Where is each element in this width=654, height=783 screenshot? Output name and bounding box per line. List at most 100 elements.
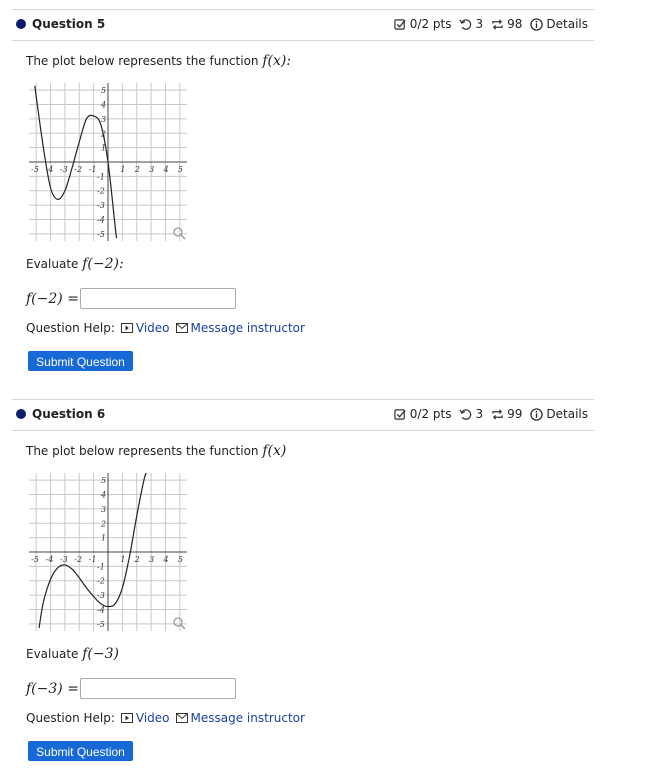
y-tick-label: -3	[97, 591, 105, 600]
y-tick-label: 3	[101, 115, 106, 124]
video-icon	[120, 323, 133, 333]
details-button[interactable]: Details	[530, 17, 588, 31]
video-label: Video	[135, 321, 170, 335]
y-tick-label: 1	[101, 534, 106, 543]
status-dot-icon	[16, 409, 26, 419]
prompt-function: f(x):	[262, 53, 292, 69]
y-tick-label: -2	[97, 577, 105, 586]
answer-row: f(−2) =	[26, 288, 236, 309]
zoom-icon-handle	[180, 234, 186, 240]
attempts-text: 3	[475, 17, 484, 31]
checkbox-score-icon	[394, 408, 406, 420]
question-prompt: The plot below represents the function f…	[26, 443, 286, 459]
y-tick-label: 3	[101, 505, 106, 514]
prompt-text: The plot below represents the function	[26, 54, 259, 68]
x-tick-label: -1	[89, 165, 97, 174]
submit-question-button[interactable]: Submit Question	[28, 351, 133, 371]
x-tick-label: -5	[31, 165, 39, 174]
y-tick-label: -1	[97, 562, 105, 571]
question-title-text: Question 6	[32, 407, 106, 421]
retry-versions-icon	[492, 18, 503, 30]
y-tick-label: 5	[101, 86, 106, 95]
question-help: Question Help: Video Message instructor	[26, 321, 305, 335]
zoom-icon-lens	[173, 617, 183, 627]
x-tick-label: 5	[178, 555, 183, 564]
y-tick-label: 4	[100, 491, 106, 500]
y-tick-label: 5	[101, 476, 106, 485]
answer-label: f(−3) =	[26, 680, 79, 697]
zoom-icon-lens	[173, 227, 183, 237]
x-tick-label: -2	[74, 555, 82, 564]
answer-label: f(−2) =	[26, 290, 79, 307]
mail-icon	[175, 323, 188, 333]
details-button[interactable]: Details	[530, 407, 588, 421]
video-link[interactable]: Video	[120, 321, 170, 335]
x-tick-label: 3	[149, 165, 154, 174]
x-tick-label: 1	[120, 555, 125, 564]
message-instructor-link[interactable]: Message instructor	[175, 321, 305, 335]
x-tick-label: -3	[60, 165, 68, 174]
question-meta: 0/2 pts 3 99 Details	[390, 407, 588, 421]
question-prompt: The plot below represents the function f…	[26, 53, 291, 69]
x-tick-label: 2	[134, 165, 140, 174]
prompt-text: The plot below represents the function	[26, 444, 259, 458]
x-tick-label: 3	[149, 555, 154, 564]
info-icon	[530, 17, 544, 31]
details-label: Details	[546, 407, 588, 421]
status-dot-icon	[16, 19, 26, 29]
retry-versions-icon	[492, 408, 503, 420]
x-tick-label: -4	[46, 555, 54, 564]
y-tick-label: 2	[100, 519, 106, 528]
message-label: Message instructor	[190, 711, 305, 725]
score-text: 0/2 pts	[409, 407, 452, 421]
y-tick-label: 4	[100, 101, 106, 110]
x-tick-label: 4	[162, 555, 168, 564]
details-label: Details	[546, 17, 588, 31]
submit-question-button[interactable]: Submit Question	[28, 741, 133, 761]
info-icon	[530, 407, 544, 421]
undo-attempts-icon	[459, 408, 472, 420]
evaluate-instruction: Evaluate f(−3)	[26, 646, 119, 662]
y-tick-label: -1	[97, 172, 105, 181]
x-tick-label: -5	[31, 555, 39, 564]
x-tick-label: 2	[134, 555, 140, 564]
zoom-icon-handle	[180, 624, 186, 630]
video-label: Video	[135, 711, 170, 725]
function-curve	[38, 473, 147, 629]
y-tick-label: -5	[97, 620, 105, 629]
question-title: Question 5	[16, 17, 105, 31]
evaluate-text: Evaluate	[26, 647, 79, 661]
help-label: Question Help:	[26, 711, 115, 725]
message-instructor-link[interactable]: Message instructor	[175, 711, 305, 725]
question-header: Question 5 0/2 pts 3 98 Details	[12, 9, 594, 41]
evaluate-text: Evaluate	[26, 257, 79, 271]
question-help: Question Help: Video Message instructor	[26, 711, 305, 725]
answer-input[interactable]	[80, 678, 236, 699]
help-label: Question Help:	[26, 321, 115, 335]
x-tick-label: -1	[89, 555, 97, 564]
y-tick-label: -2	[97, 187, 105, 196]
prompt-function: f(x)	[262, 443, 287, 459]
question-meta: 0/2 pts 3 98 Details	[390, 17, 588, 31]
x-tick-label: 1	[120, 165, 125, 174]
y-tick-label: -4	[97, 605, 105, 614]
checkbox-score-icon	[394, 18, 406, 30]
x-tick-label: -3	[60, 555, 68, 564]
x-tick-label: 4	[162, 165, 168, 174]
video-link[interactable]: Video	[120, 711, 170, 725]
question-title-text: Question 5	[32, 17, 106, 31]
y-tick-label: -3	[97, 201, 105, 210]
function-plot: -5 -4 -3 -2 -1 1 2 3 4 554321-1-2-3-4-5	[29, 473, 187, 631]
y-tick-label: -5	[97, 230, 105, 239]
function-plot: -5 -4 -3 -2 -1 1 2 3 4 554321-1-2-3-4-5	[29, 83, 187, 241]
evaluate-expression: f(−3)	[82, 646, 119, 662]
question-title: Question 6	[16, 407, 105, 421]
y-tick-label: -4	[97, 215, 105, 224]
undo-attempts-icon	[459, 18, 472, 30]
answer-input[interactable]	[80, 288, 236, 309]
video-icon	[120, 713, 133, 723]
evaluate-instruction: Evaluate f(−2):	[26, 256, 124, 272]
evaluate-expression: f(−2):	[82, 256, 124, 272]
versions-text: 99	[507, 407, 523, 421]
attempts-text: 3	[475, 407, 484, 421]
